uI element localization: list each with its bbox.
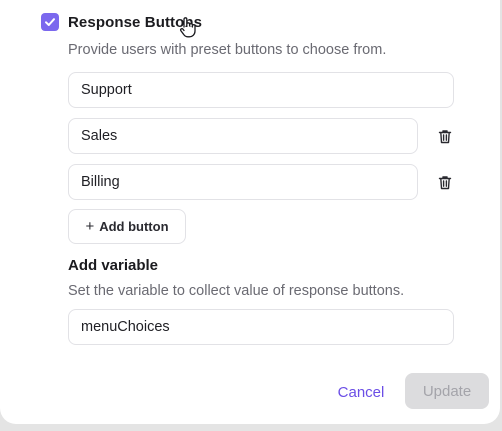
- update-button[interactable]: Update: [405, 373, 489, 409]
- response-buttons-panel: Response Buttons Provide users with pres…: [0, 0, 500, 424]
- delete-button-3[interactable]: [436, 173, 454, 191]
- add-variable-description: Set the variable to collect value of res…: [68, 283, 405, 299]
- response-buttons-header: Response Buttons: [41, 12, 202, 32]
- hand-cursor-icon: [180, 17, 196, 38]
- response-button-input-2[interactable]: [68, 118, 418, 154]
- plus-icon: +: [85, 218, 95, 235]
- checkmark-icon: [45, 18, 55, 26]
- variable-input[interactable]: [68, 309, 454, 345]
- cancel-button[interactable]: Cancel: [326, 378, 396, 406]
- trash-icon: [438, 175, 452, 189]
- add-button-label: Add button: [99, 219, 169, 234]
- response-buttons-checkbox[interactable]: [41, 13, 59, 31]
- add-variable-title: Add variable: [68, 257, 159, 274]
- response-button-input-1[interactable]: [68, 72, 454, 108]
- trash-icon: [438, 129, 452, 143]
- response-button-input-3[interactable]: [68, 164, 418, 200]
- response-buttons-description: Provide users with preset buttons to cho…: [68, 42, 387, 58]
- add-button[interactable]: + Add button: [68, 209, 186, 244]
- delete-button-2[interactable]: [436, 127, 454, 145]
